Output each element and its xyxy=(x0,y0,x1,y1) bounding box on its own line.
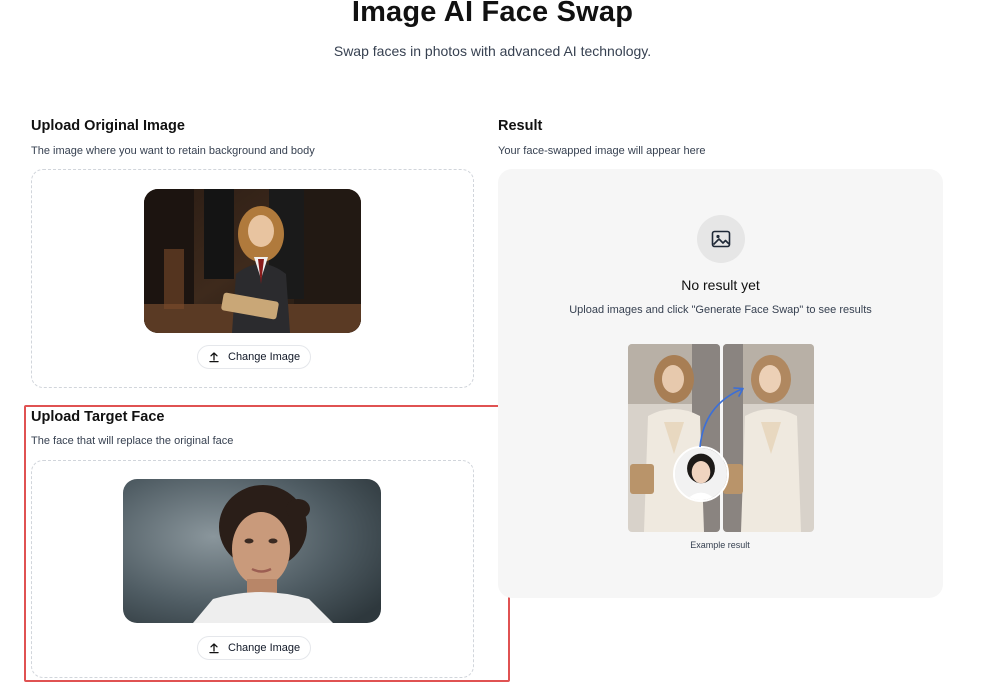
no-result-title: No result yet xyxy=(681,277,760,293)
example-result-caption: Example result xyxy=(690,540,750,550)
page-title: Image AI Face Swap xyxy=(351,0,634,28)
result-description: Your face-swapped image will appear here xyxy=(498,145,706,157)
target-change-image-button[interactable]: Change Image xyxy=(197,636,312,660)
target-face-preview xyxy=(123,479,381,623)
original-image-preview xyxy=(144,189,361,333)
upload-icon xyxy=(208,351,220,363)
original-change-image-label: Change Image xyxy=(228,351,301,363)
result-placeholder xyxy=(697,215,745,263)
target-upload-title: Upload Target Face xyxy=(31,409,165,425)
target-upload-description: The face that will replace the original … xyxy=(31,435,234,447)
example-face-thumbnail xyxy=(673,446,729,502)
upload-icon xyxy=(208,642,220,654)
original-upload-title: Upload Original Image xyxy=(31,118,185,134)
original-change-image-button[interactable]: Change Image xyxy=(197,345,312,369)
original-upload-description: The image where you want to retain backg… xyxy=(31,145,315,157)
face-swap-page: Image AI Face Swap Swap faces in photos … xyxy=(0,0,985,687)
page-subtitle: Swap faces in photos with advanced AI te… xyxy=(333,43,652,59)
swap-arrow-icon xyxy=(699,387,744,448)
image-icon xyxy=(711,230,731,248)
target-change-image-label: Change Image xyxy=(228,642,301,654)
no-result-description: Upload images and click "Generate Face S… xyxy=(569,304,872,316)
result-title: Result xyxy=(498,118,543,134)
